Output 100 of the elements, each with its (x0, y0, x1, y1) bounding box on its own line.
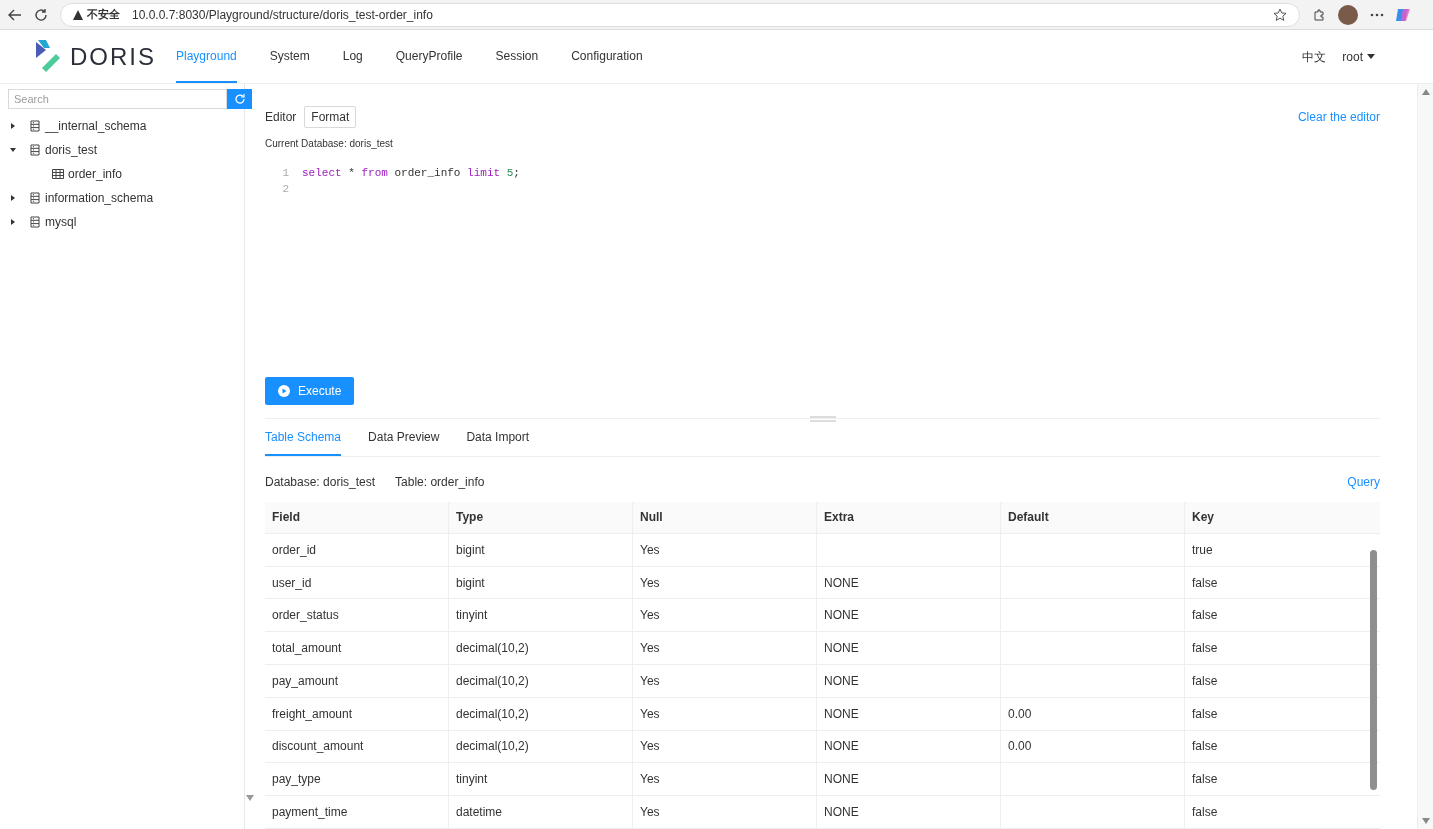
line-number: 2 (281, 182, 289, 197)
table-cell-text: false (1192, 804, 1218, 822)
table-cell-text: NONE (824, 804, 859, 822)
caret-icon[interactable] (10, 219, 16, 225)
table-cell-text: decimal(10,2) (456, 705, 529, 723)
caret-icon[interactable] (10, 147, 16, 153)
table-cell-text: decimal(10,2) (456, 672, 529, 690)
tree-item[interactable]: information_schema (45, 189, 154, 207)
back-icon[interactable] (8, 7, 22, 22)
nav-tab[interactable]: Configuration (571, 30, 643, 83)
more-icon[interactable] (1370, 12, 1384, 17)
table-cell-text: 0.00 (1008, 738, 1032, 756)
table-cell-text: user_id (272, 574, 312, 592)
table-icon (52, 168, 64, 180)
caret-icon[interactable] (10, 123, 16, 129)
star-icon[interactable] (1273, 7, 1287, 22)
table-cell-text: Yes (640, 738, 660, 756)
table-cell-text: NONE (824, 771, 859, 789)
database-icon (30, 192, 40, 204)
table-cell-text: false (1192, 705, 1218, 723)
column-header: Field (272, 509, 300, 527)
table-cell-text: 0.00 (1008, 705, 1032, 723)
nav-tab[interactable]: System (269, 30, 310, 83)
caret-icon[interactable] (10, 195, 16, 201)
nav-tab[interactable]: Session (495, 30, 539, 83)
table-cell-text: Yes (640, 541, 660, 559)
code-line: select * from order_info limit 5; (302, 166, 520, 181)
table-cell-text: false (1192, 771, 1218, 789)
security-label: 不安全 (87, 7, 120, 23)
user-menu[interactable]: root (1342, 47, 1375, 66)
table-cell-text: Yes (640, 804, 660, 822)
scroll-up-icon[interactable] (1421, 89, 1430, 95)
tree-item[interactable]: doris_test (45, 141, 98, 159)
tree-item[interactable]: order_info (68, 165, 123, 183)
table-cell-text: tinyint (456, 771, 488, 789)
database-label: Database: doris_test (265, 473, 376, 491)
resize-handle[interactable] (810, 415, 836, 422)
reload-icon[interactable] (34, 7, 48, 22)
logo-text: DORIS (70, 41, 156, 72)
table-cell-text: total_amount (272, 640, 342, 658)
table-cell-text: NONE (824, 640, 859, 658)
database-icon (30, 120, 40, 132)
code-editor[interactable]: 1 select * from order_info limit 5; 2 (265, 165, 1380, 372)
tab[interactable]: Data Preview (368, 419, 440, 456)
scroll-down-icon[interactable] (1421, 818, 1430, 824)
extension-icon[interactable] (1312, 7, 1326, 22)
table-cell-text: Yes (640, 574, 660, 592)
table-cell-text: false (1192, 672, 1218, 690)
column-header: Type (456, 509, 484, 527)
table-cell-text: false (1192, 574, 1218, 592)
page-scrollbar[interactable] (1417, 84, 1433, 829)
table-cell-text: false (1192, 607, 1218, 625)
refresh-icon (233, 93, 246, 105)
table-cell-text: Yes (640, 771, 660, 789)
scroll-down-icon[interactable] (246, 795, 254, 801)
tree-item[interactable]: mysql (45, 213, 77, 231)
table-cell-text: NONE (824, 574, 859, 592)
current-database-label: Current Database: doris_test (265, 137, 394, 151)
table-cell-text: payment_time (272, 804, 348, 822)
table-cell-text: Yes (640, 607, 660, 625)
table-cell-text: Yes (640, 672, 660, 690)
table-cell-text: NONE (824, 672, 859, 690)
tree-item[interactable]: __internal_schema (45, 117, 147, 135)
table-cell-text: NONE (824, 705, 859, 723)
table-cell-text: tinyint (456, 607, 488, 625)
table-cell-text: order_id (272, 541, 317, 559)
table-cell-text: order_status (272, 607, 339, 625)
column-header: Null (640, 509, 663, 527)
table-scrollbar[interactable] (1370, 549, 1377, 790)
play-icon (278, 384, 290, 397)
table-cell-text: bigint (456, 541, 485, 559)
refresh-button[interactable] (227, 89, 252, 109)
table-cell-text: bigint (456, 574, 485, 592)
url-text: 10.0.0.7:8030/Playground/structure/doris_test-order_info (132, 6, 433, 24)
line-number: 1 (281, 166, 289, 181)
search-field[interactable]: Search (8, 89, 227, 109)
nav-tab[interactable]: Log (342, 30, 363, 83)
table-cell-text: NONE (824, 607, 859, 625)
avatar[interactable] (1338, 4, 1358, 25)
table-cell-text: pay_type (272, 771, 321, 789)
table-cell-text: freight_amount (272, 705, 353, 723)
table-cell-text: discount_amount (272, 738, 364, 756)
database-icon (30, 144, 40, 156)
column-header: Default (1008, 509, 1049, 527)
table-cell-text: pay_amount (272, 672, 339, 690)
format-button[interactable]: Format (304, 106, 357, 128)
tab[interactable]: Data Import (466, 419, 530, 456)
editor-label: Editor (265, 109, 297, 126)
table-cell-text: Yes (640, 705, 660, 723)
address-bar[interactable]: 不安全 10.0.0.7:8030/Playground/structure/doris_test-order_info (60, 2, 1300, 27)
caret-icon (1367, 54, 1375, 59)
table-cell-text: true (1192, 541, 1213, 559)
column-header: Key (1192, 509, 1214, 527)
table-cell-text: NONE (824, 738, 859, 756)
table-cell-text: datetime (456, 804, 503, 822)
table-label: Table: order_info (395, 473, 485, 491)
table-cell-text: decimal(10,2) (456, 640, 529, 658)
language-link[interactable]: 中文 (1302, 47, 1327, 66)
nav-tab[interactable]: QueryProfile (395, 30, 463, 83)
database-icon (30, 216, 40, 228)
